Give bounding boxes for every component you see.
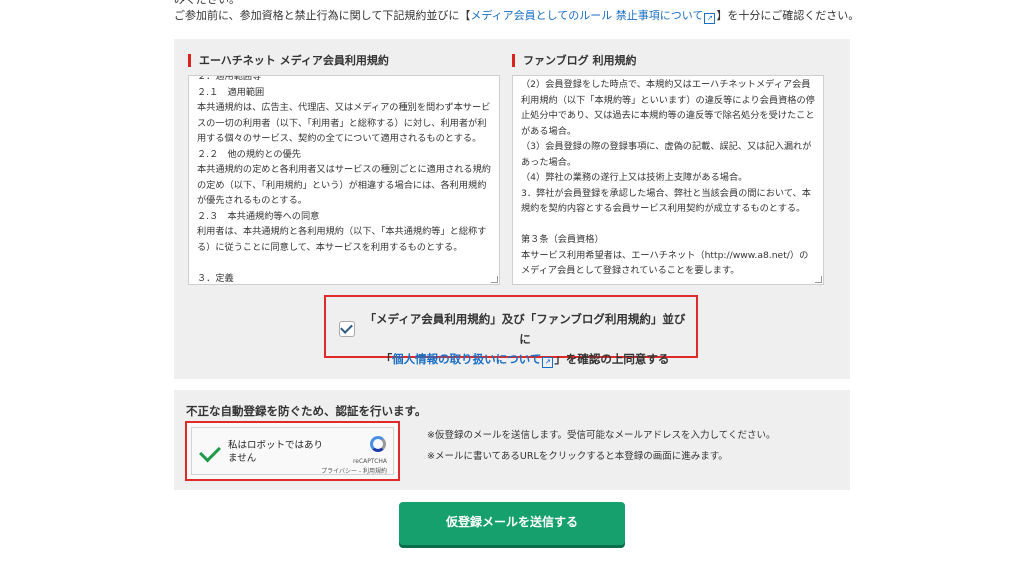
intro-line2: ご参加前に、参加資格と禁止行為に関して下記規約並びに【メディア会員としてのルール… [174, 8, 874, 24]
recaptcha-widget[interactable]: 私はロボットではありません reCAPTCHA プライバシー - 利用規約 [191, 427, 394, 475]
left-terms-title: エーハチネット メディア会員利用規約 [188, 54, 389, 67]
left-terms-box[interactable]: ２．適用範囲等 ２.１ 適用範囲 本共通規約は、広告主、代理店、又はメディアの種… [188, 75, 500, 285]
right-terms-title: ファンブログ 利用規約 [512, 54, 637, 67]
right-terms-box[interactable]: （2）会員登録をした時点で、本規約又はエーハチネットメディア会員利用規約（以下「… [512, 75, 824, 285]
recaptcha-brand: reCAPTCHA [352, 458, 387, 465]
intro-line1: みください。 [174, 0, 874, 8]
captcha-panel: 不正な自動登録を防ぐため、認証を行います。 私はロボットではありません reCA… [174, 390, 850, 490]
left-terms-text: ２．適用範囲等 ２.１ 適用範囲 本共通規約は、広告主、代理店、又はメディアの種… [197, 75, 491, 284]
external-link-icon: ↗ [542, 357, 554, 368]
external-link-icon: ↗ [704, 13, 716, 24]
resize-handle-icon[interactable] [815, 276, 822, 283]
agree-text: 「メディア会員利用規約」及び「ファンブログ利用規約」並びに 「個人情報の取り扱い… [360, 309, 690, 369]
intro-line2-pre: ご参加前に、参加資格と禁止行為に関して下記規約並びに【 [174, 9, 471, 22]
recaptcha-highlight: 私はロボットではありません reCAPTCHA プライバシー - 利用規約 [185, 421, 400, 481]
resize-handle-icon[interactable] [491, 276, 498, 283]
agree-line2: 「個人情報の取り扱いについて ↗ 」を確認の上同意する [360, 349, 690, 369]
agree-line1: 「メディア会員利用規約」及び「ファンブログ利用規約」並びに [364, 312, 686, 346]
intro-text: みください。 ご参加前に、参加資格と禁止行為に関して下記規約並びに【メディア会員… [174, 0, 874, 24]
captcha-heading: 不正な自動登録を防ぐため、認証を行います。 [186, 404, 427, 418]
agree-checkbox[interactable] [339, 321, 355, 337]
right-terms-text: （2）会員登録をした時点で、本規約又はエーハチネットメディア会員利用規約（以下「… [521, 79, 815, 276]
captcha-note2: ※メールに書いてあるURLをクリックすると本登録の画面に進みます。 [427, 451, 728, 462]
privacy-link[interactable]: 個人情報の取り扱いについて [392, 352, 541, 366]
agree-line2-post: 」を確認の上同意する [554, 352, 670, 366]
terms-panel: エーハチネット メディア会員利用規約 ２．適用範囲等 ２.１ 適用範囲 本共通規… [174, 39, 850, 379]
intro-line2-post: 】を十分にご確認ください。 [716, 9, 860, 22]
recaptcha-logo-icon [370, 436, 386, 452]
submit-button[interactable]: 仮登録メールを送信する [399, 502, 625, 545]
recaptcha-privacy-links[interactable]: プライバシー - 利用規約 [321, 466, 387, 475]
agree-line2-pre: 「 [380, 352, 393, 366]
recaptcha-label: 私はロボットではありません [228, 440, 324, 464]
recaptcha-check-icon[interactable] [199, 440, 221, 463]
captcha-note1: ※仮登録のメールを送信します。受信可能なメールアドレスを入力してください。 [427, 430, 776, 441]
rules-link[interactable]: メディア会員としてのルール 禁止事項について [470, 9, 703, 22]
agree-box[interactable]: 「メディア会員利用規約」及び「ファンブログ利用規約」並びに 「個人情報の取り扱い… [324, 295, 698, 368]
